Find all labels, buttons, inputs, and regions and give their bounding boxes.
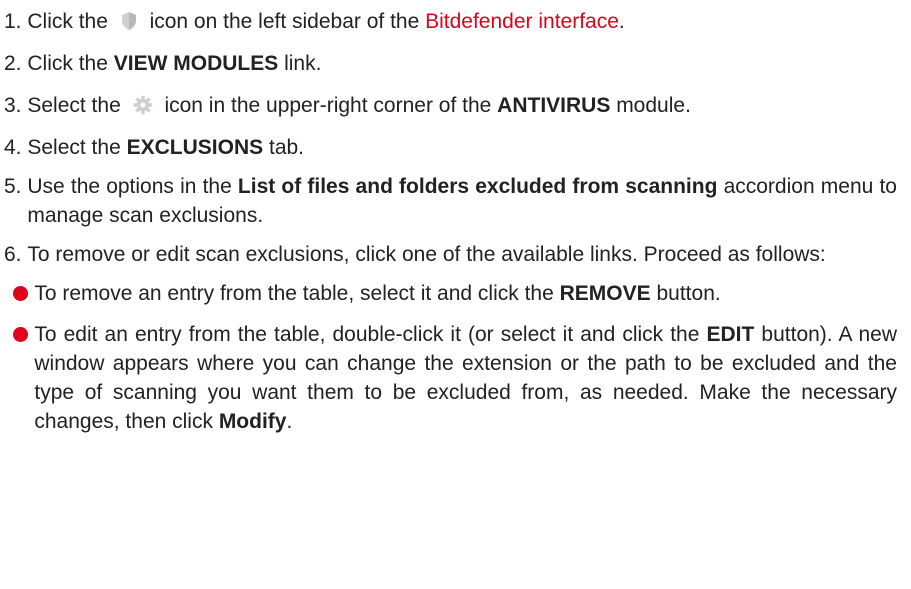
step-5: 5. Use the options in the List of files … (4, 173, 911, 231)
list-item: To edit an entry from the table, double-… (13, 321, 897, 437)
step-number: 3. (4, 93, 22, 117)
gear-icon (133, 95, 153, 124)
instructions-document: 1. Click the icon on the left sidebar of… (0, 0, 911, 449)
step-text: Select the icon in the upper-right corne… (27, 92, 911, 124)
step-number: 4. (4, 135, 22, 159)
step-2: 2. Click the VIEW MODULES link. (4, 50, 911, 79)
step-text: Use the options in the List of files and… (27, 174, 897, 227)
sub-steps-list: To remove an entry from the table, selec… (13, 280, 897, 437)
antivirus-label: ANTIVIRUS (497, 93, 611, 117)
step-3: 3. Select the icon in the upper-right co… (4, 92, 911, 124)
bullet-dot-icon (13, 326, 29, 342)
step-text: Click the VIEW MODULES link. (27, 51, 322, 75)
step-number: 2. (4, 51, 22, 75)
modify-label: Modify (218, 409, 287, 433)
step-4: 4. Select the EXCLUSIONS tab. (4, 134, 911, 163)
edit-label: EDIT (706, 322, 755, 346)
exclusions-list-label: List of files and folders excluded from … (237, 174, 718, 198)
bullet-dot-icon (13, 285, 29, 301)
step-text: Select the EXCLUSIONS tab. (27, 135, 305, 159)
list-item: To remove an entry from the table, selec… (13, 280, 897, 309)
step-number: 5. (4, 174, 22, 198)
bitdefender-interface-link[interactable]: Bitdefender interface (425, 10, 619, 33)
step-6: 6. To remove or edit scan exclusions, cl… (4, 241, 911, 449)
step-text: Click the icon on the left sidebar of th… (27, 8, 911, 40)
step-1: 1. Click the icon on the left sidebar of… (4, 8, 911, 40)
shield-icon (120, 11, 138, 40)
step-number: 1. (4, 10, 22, 33)
step-text: To remove or edit scan exclusions, click… (13, 241, 911, 449)
remove-label: REMOVE (559, 281, 651, 305)
view-modules-label: VIEW MODULES (113, 51, 279, 75)
exclusions-label: EXCLUSIONS (126, 135, 264, 159)
